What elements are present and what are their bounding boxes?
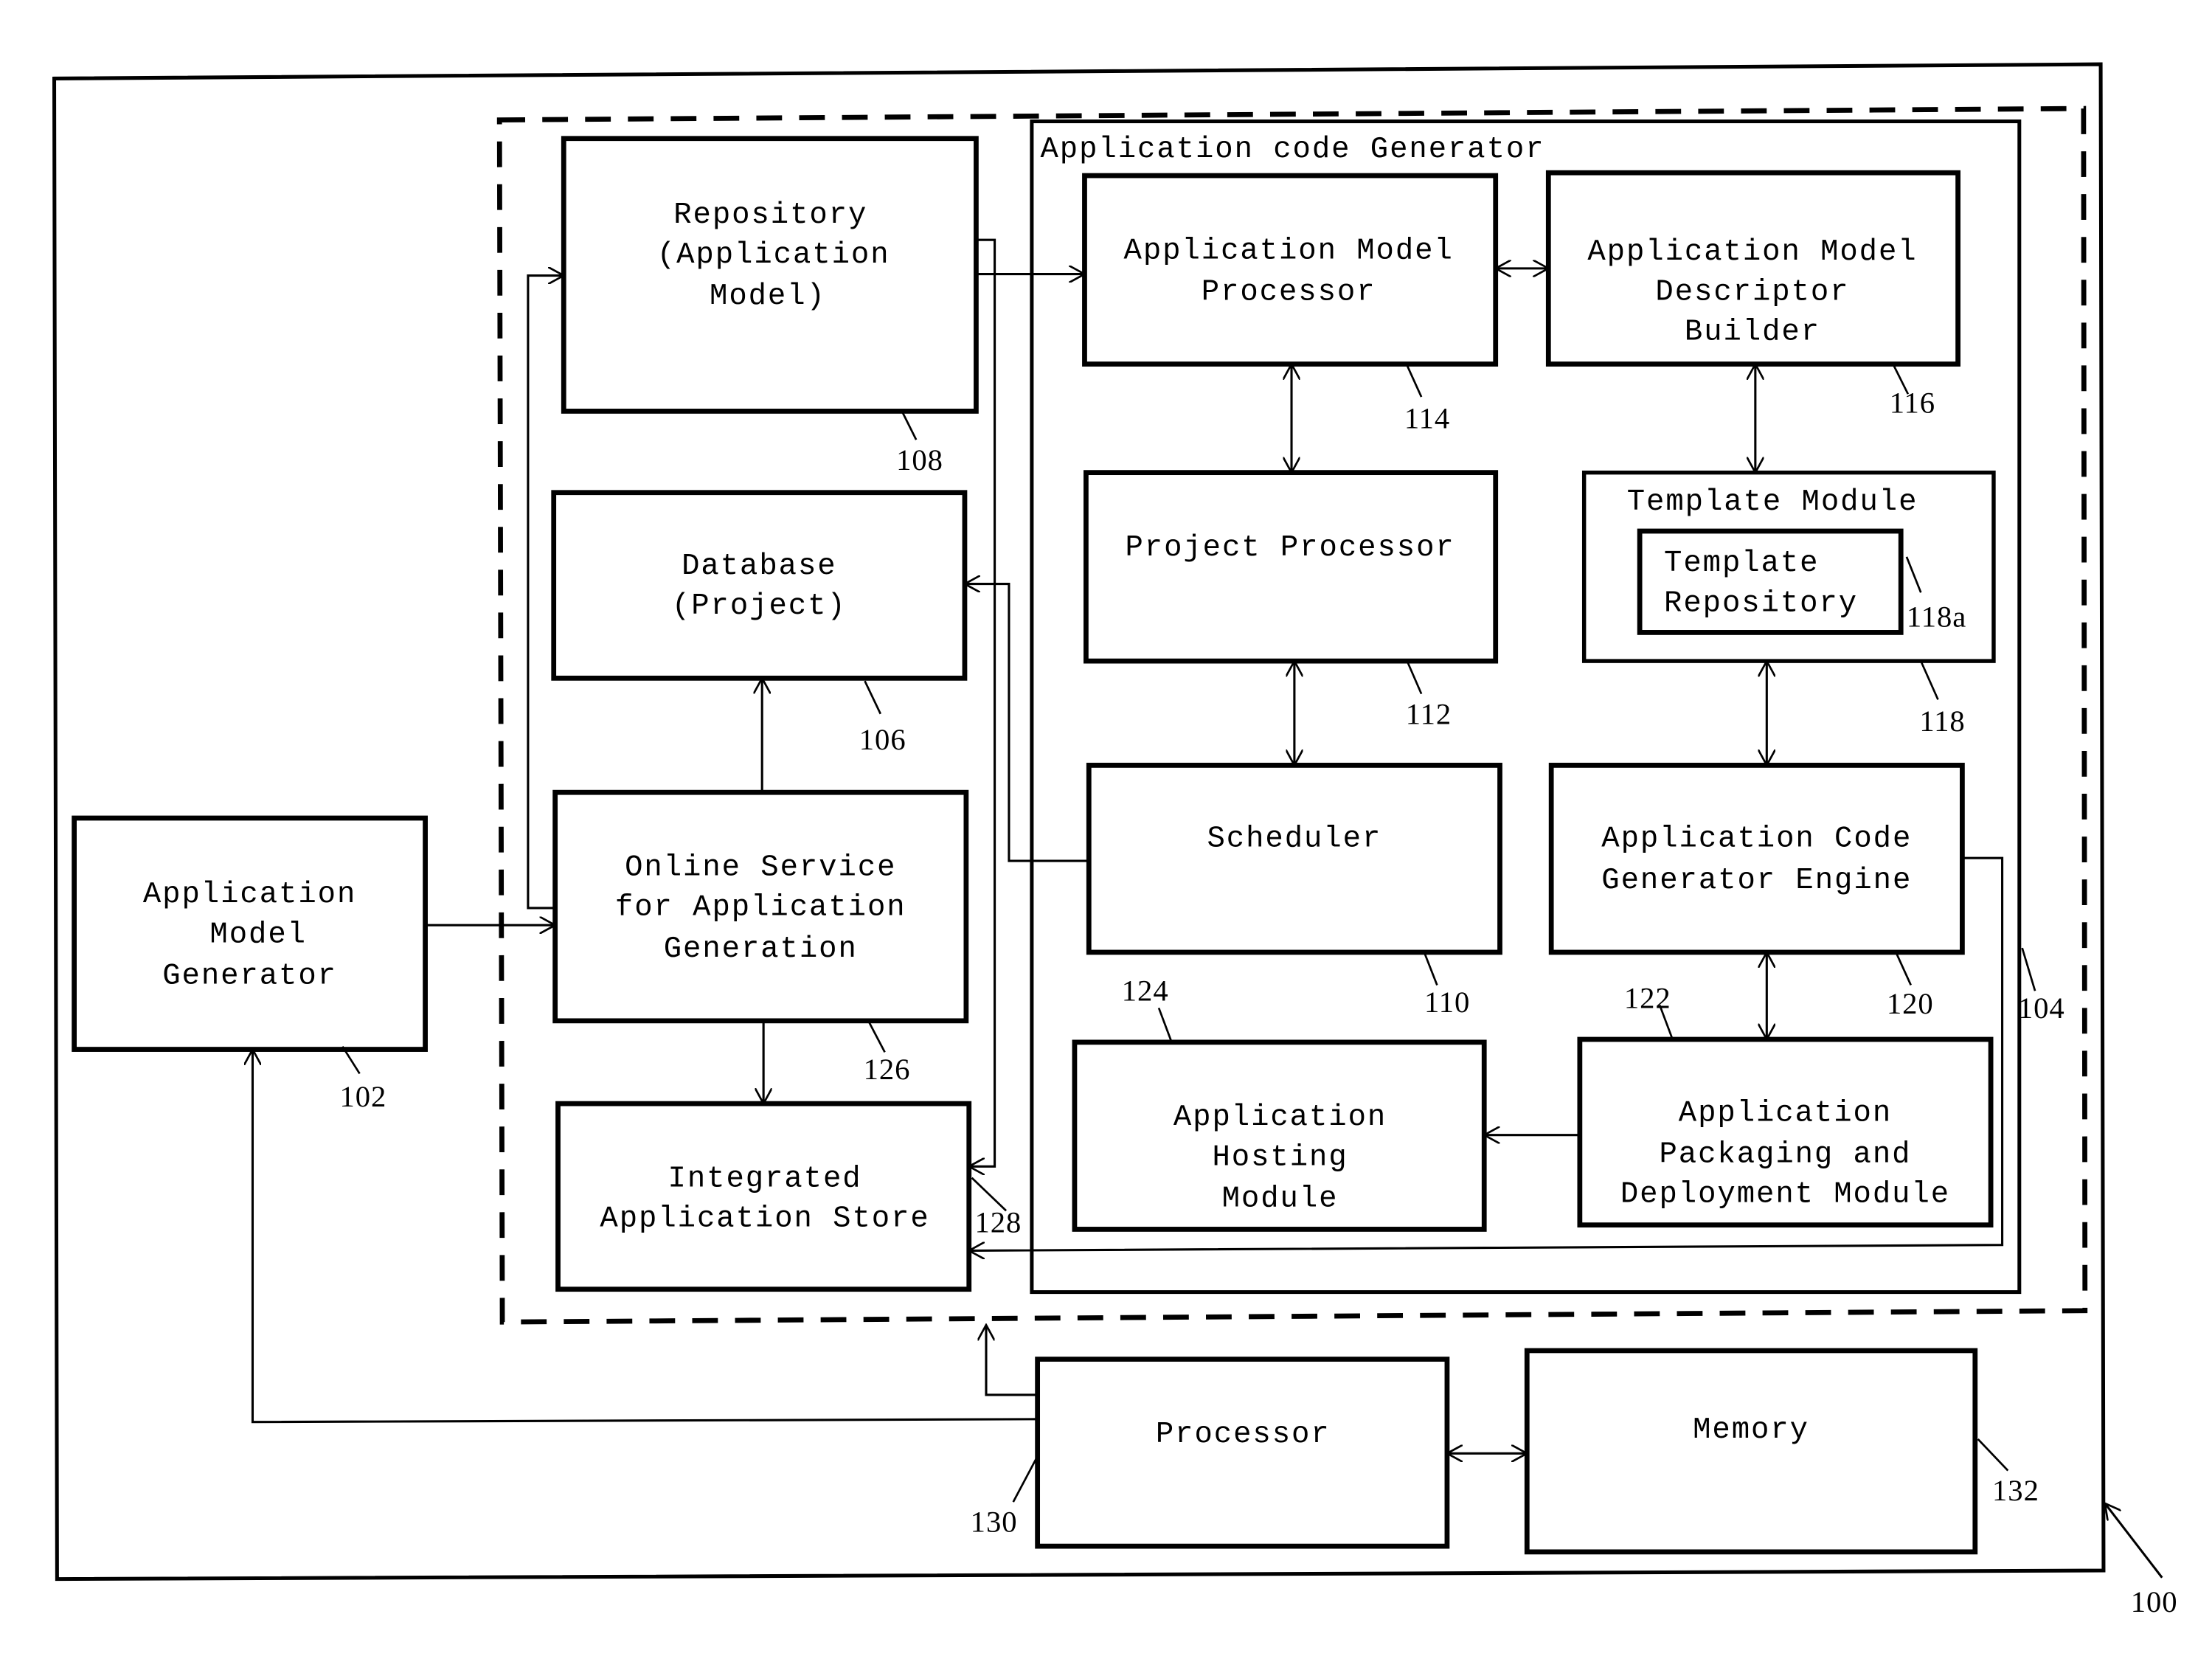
block-template-repository[interactable]: Template Repository [1637,528,1904,635]
ref-118a: 118a [1907,600,1966,634]
block-label: Application [143,878,356,912]
ref-118: 118 [1919,704,1965,738]
block-project-processor[interactable]: Project Processor [1084,470,1499,664]
block-label: Generation [664,932,858,966]
block-app-model-generator[interactable]: Application Model Generator [72,815,428,1052]
block-label: Application Model [1124,234,1454,268]
ref-106: 106 [859,723,906,756]
ref-110: 110 [1424,986,1470,1019]
ref-120: 120 [1887,987,1934,1020]
block-label: Application [1173,1101,1387,1135]
block-label: Builder [1685,316,1820,350]
block-label: Database [682,550,836,583]
block-label: Template Module [1627,485,1918,519]
arrow-processor-to-container [986,1325,1038,1396]
block-label: for Application [615,891,906,925]
ref-108: 108 [896,443,943,477]
block-packaging-module[interactable]: Application Packaging and Deployment Mod… [1577,1036,1994,1228]
arrow-ref-100 [2105,1503,2163,1579]
block-label: Model) [710,280,826,314]
block-label: Online Service [625,851,896,884]
block-label: Scheduler [1207,822,1382,856]
block-online-service[interactable]: Online Service for Application Generatio… [552,789,969,1024]
arrow-scheduler-to-database [965,584,1089,862]
block-label: Model [209,918,307,952]
ref-132: 132 [1992,1474,2039,1507]
app-code-generator-label: Application code Generator [1040,133,1544,167]
block-label: Project Processor [1125,531,1455,565]
block-label: Template [1664,547,1819,581]
block-memory[interactable]: Memory [1524,1348,1978,1555]
block-label: Descriptor [1655,275,1849,309]
ref-114: 114 [1404,402,1450,435]
ref-130: 130 [971,1506,1018,1539]
block-processor[interactable]: Processor [1035,1357,1450,1549]
block-label: Repository [673,198,867,232]
block-label: (Application [657,238,890,272]
block-code-generator-engine[interactable]: Application Code Generator Engine [1548,763,1965,955]
block-label: Repository [1664,586,1858,620]
ref-112: 112 [1406,697,1452,730]
block-repository[interactable]: Repository (Application Model) [561,136,979,414]
ref-100: 100 [2131,1585,2178,1618]
block-integrated-store[interactable]: Integrated Application Store [555,1101,972,1292]
ref-102: 102 [339,1080,386,1113]
block-label: Application [1679,1096,1892,1130]
ref-128: 128 [974,1205,1022,1239]
ref-104: 104 [2018,991,2065,1025]
block-label: Packaging and [1659,1137,1911,1171]
block-hosting-module[interactable]: Application Hosting Module [1072,1039,1487,1232]
block-label: Processor [1202,275,1376,309]
block-label: Generator [162,960,337,994]
block-label: Module [1222,1182,1339,1216]
ref-126: 126 [864,1053,911,1086]
block-label: Deployment Module [1620,1178,1950,1212]
block-scheduler[interactable]: Scheduler [1086,763,1502,955]
ref-116: 116 [1890,386,1935,419]
ref-124: 124 [1122,974,1169,1008]
block-label: (Project) [672,589,847,623]
block-label: Application Store [600,1202,929,1236]
block-label: Integrated [668,1162,862,1196]
ref-122: 122 [1624,981,1671,1014]
block-database[interactable]: Database (Project) [551,490,968,681]
block-label: Memory [1693,1413,1809,1447]
block-descriptor-builder[interactable]: Application Model Descriptor Builder [1545,170,1960,367]
block-app-model-processor[interactable]: Application Model Processor [1082,173,1499,367]
block-label: Processor [1156,1418,1331,1452]
block-label: Generator Engine [1601,864,1912,898]
system-block-diagram: Application code Generator Application M… [52,62,2178,1618]
block-label: Hosting [1212,1140,1348,1174]
block-label: Application Model [1587,235,1917,269]
block-label: Application Code [1601,822,1912,856]
